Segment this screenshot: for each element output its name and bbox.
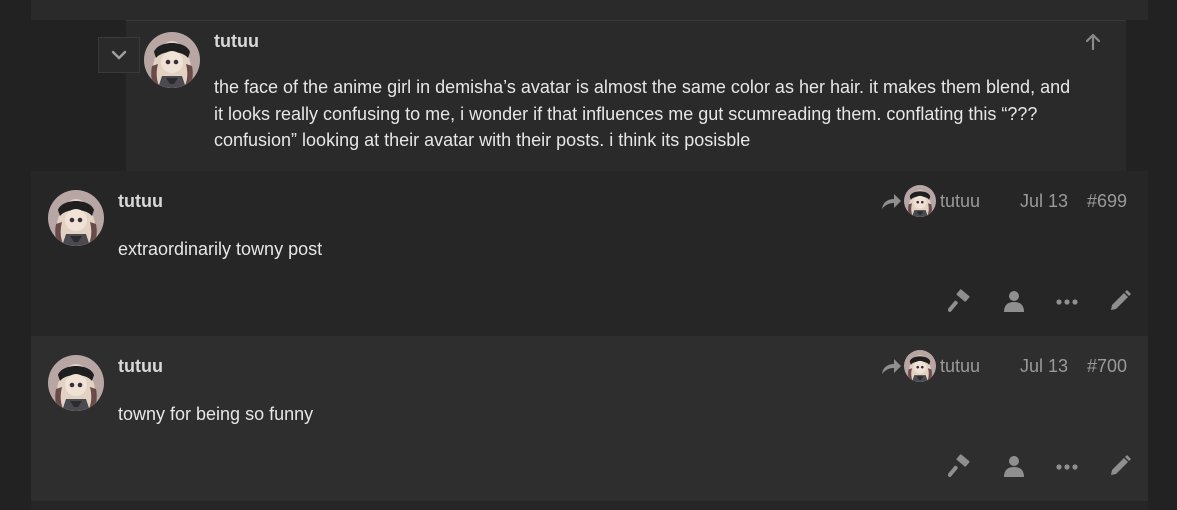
post-date[interactable]: Jul 13 — [1020, 356, 1068, 377]
avatar[interactable] — [144, 32, 200, 88]
post-date[interactable]: Jul 13 — [1020, 191, 1068, 212]
quoted-line: the face of the anime girl in demisha’s … — [214, 77, 1071, 97]
reply-to-username[interactable]: tutuu — [940, 191, 980, 212]
quoted-line: it looks really confusing to me, i wonde… — [214, 103, 1038, 124]
collapse-reply-button[interactable] — [98, 37, 140, 73]
quoted-username[interactable]: tutuu — [214, 31, 259, 52]
ellipsis-icon[interactable] — [1055, 289, 1079, 313]
user-icon[interactable] — [1002, 289, 1026, 313]
reply-arrow-icon[interactable] — [879, 192, 903, 212]
hammer-icon[interactable] — [948, 289, 972, 313]
chevron-down-icon — [111, 50, 127, 60]
user-icon[interactable] — [1002, 454, 1026, 478]
post-body: towny for being so funny — [118, 404, 314, 424]
pencil-icon[interactable] — [1108, 289, 1132, 313]
pencil-icon[interactable] — [1108, 454, 1132, 478]
hammer-icon[interactable] — [948, 454, 972, 478]
previous-post-edge — [31, 0, 1148, 20]
post-number[interactable]: #700 — [1087, 356, 1127, 377]
post-body: extraordinarily towny post — [118, 239, 323, 259]
reply-to-username[interactable]: tutuu — [940, 356, 980, 377]
post-username[interactable]: tutuu — [118, 356, 163, 377]
reply-to-avatar[interactable] — [904, 185, 936, 217]
quoted-line: confusion” looking at their avatar with … — [214, 130, 751, 150]
next-post-edge — [31, 501, 1148, 510]
avatar[interactable] — [48, 355, 104, 411]
reply-to-avatar[interactable] — [904, 350, 936, 382]
post-700: tutuu tutuu Jul 13 #700 towny for being … — [31, 336, 1148, 501]
post-username[interactable]: tutuu — [118, 191, 163, 212]
reply-arrow-icon[interactable] — [879, 357, 903, 377]
arrow-up-icon[interactable] — [1083, 32, 1103, 52]
avatar[interactable] — [48, 190, 104, 246]
ellipsis-icon[interactable] — [1055, 454, 1079, 478]
post-number[interactable]: #699 — [1087, 191, 1127, 212]
post-699: tutuu tutuu Jul 13 #699 extraordinarily … — [31, 171, 1148, 336]
quoted-post-body: the face of the anime girl in demisha’s … — [214, 74, 1114, 154]
